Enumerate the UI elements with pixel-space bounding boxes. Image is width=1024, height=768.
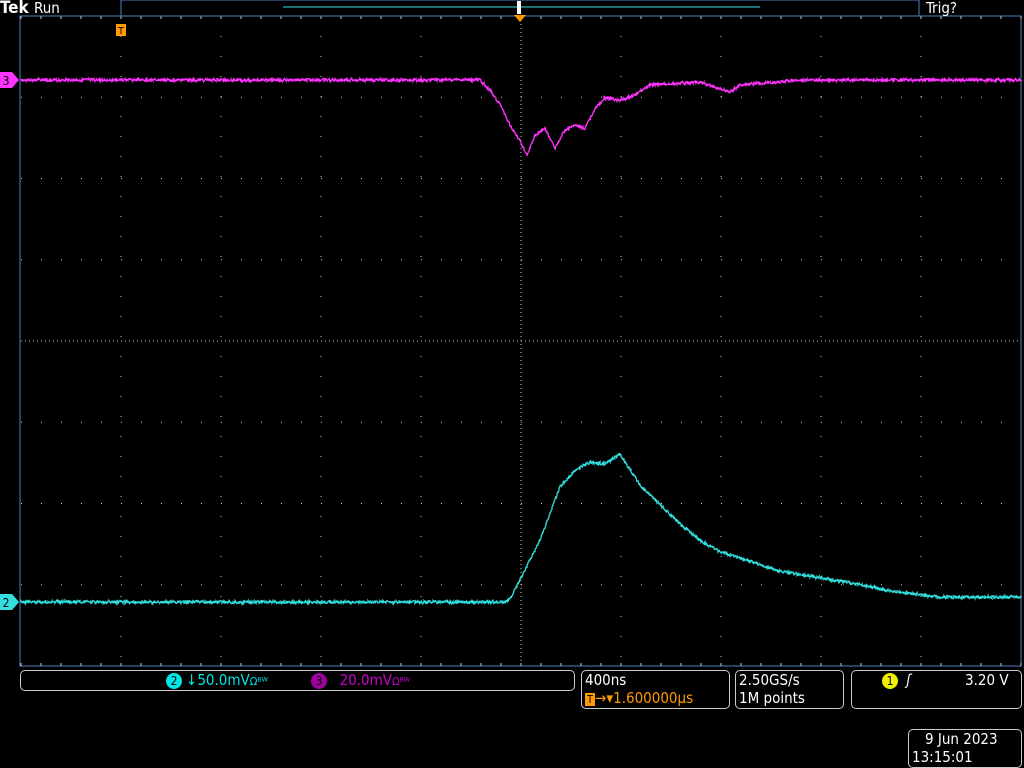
delay-value: 1.600000µs (613, 689, 694, 707)
trace-ch3 (20, 76, 1022, 156)
rising-edge-icon: ʃ (906, 671, 911, 689)
ch2-marker-label: 2 (3, 596, 10, 610)
trigger-status: Trig? (926, 0, 958, 17)
trigger-delay: T →▾1.600000µs (585, 689, 694, 707)
ch2-badge: 2 (166, 672, 182, 689)
ch3-readout[interactable]: 3 20.0mVΩᴮᵂ (311, 671, 410, 689)
ch3-coupling-icon: Ωᴮᵂ (392, 675, 410, 688)
channel-readout[interactable]: 2 ↓50.0mVΩᴮᵂ 3 20.0mVΩᴮᵂ (20, 670, 575, 691)
graticule (19, 15, 1022, 667)
ch2-coupling-icon: Ωᴮᵂ (249, 675, 268, 688)
brand-logo: Tek (0, 0, 29, 18)
trigger-level: 3.20 V (965, 671, 1009, 689)
timebase-readout[interactable]: 400ns T →▾1.600000µs (581, 670, 730, 709)
ch2-readout[interactable]: 2 ↓50.0mVΩᴮᵂ (166, 671, 268, 689)
record-position-marker (517, 1, 521, 14)
acquisition-readout[interactable]: 2.50GS/s 1M points (735, 670, 844, 709)
trigger-time-label: T (117, 26, 124, 37)
trigger-position-icon (514, 15, 526, 22)
time: 13:15:01 (912, 748, 973, 766)
datetime-readout[interactable]: 9 Jun 2023 13:15:01 (908, 729, 1022, 768)
acquisition-state[interactable]: Run (34, 0, 60, 17)
ch3-badge: 3 (311, 672, 327, 689)
date: 9 Jun 2023 (925, 730, 998, 748)
trigger-readout[interactable]: 1 ʃ 3.20 V (851, 670, 1022, 709)
trigger-source-badge: 1 (882, 672, 898, 689)
time-scale: 400ns (585, 671, 627, 689)
waveform-display: T 3 2 (0, 0, 1022, 667)
ch2-scale: 50.0mV (197, 671, 250, 689)
trigger-icon: T (585, 693, 596, 706)
sample-rate: 2.50GS/s (739, 671, 800, 689)
arrow-down-icon: ↓ (186, 671, 198, 689)
ch3-marker-label: 3 (3, 74, 10, 88)
record-length: 1M points (739, 689, 805, 707)
ch3-scale: 20.0mV (339, 671, 392, 689)
